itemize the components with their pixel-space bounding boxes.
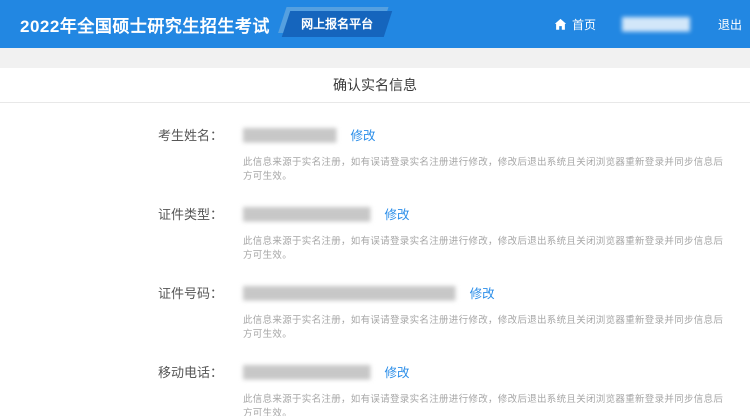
field-value-masked: ███████████ xyxy=(243,128,337,142)
site-title: 2022年全国硕士研究生招生考试 xyxy=(20,12,270,37)
field-row-name: 考生姓名： ███████████ 修改 此信息来源于实名注册，如有误请登录实名… xyxy=(0,125,750,182)
nav-home-label: 首页 xyxy=(572,16,596,33)
field-label: 证件类型： xyxy=(158,204,243,223)
field-row-cert-type: 证件类型： ███████████████ 修改 此信息来源于实名注册，如有误请… xyxy=(0,204,750,261)
edit-link[interactable]: 修改 xyxy=(385,362,410,381)
header-nav: 首页 ████████ 退出 xyxy=(554,16,744,33)
field-value-masked: █████████████████████████ xyxy=(243,286,456,300)
platform-badge-label: 网上报名平台 xyxy=(301,15,373,32)
edit-link[interactable]: 修改 xyxy=(351,125,376,144)
field-value-masked: ███████████████ xyxy=(243,365,371,379)
top-header-bar: 2022年全国硕士研究生招生考试 网上报名平台 首页 ████████ 退出 xyxy=(0,0,750,48)
field-value-masked: ███████████████ xyxy=(243,207,371,221)
panel-title-bar: 确认实名信息 xyxy=(0,68,750,103)
field-hint: 此信息来源于实名注册，如有误请登录实名注册进行修改，修改后退出系统且关闭浏览器重… xyxy=(243,233,730,261)
confirm-info-panel: 确认实名信息 考生姓名： ███████████ 修改 此信息来源于实名注册，如… xyxy=(0,68,750,416)
page-title: 确认实名信息 xyxy=(333,75,417,95)
home-icon xyxy=(554,18,567,31)
field-row-mobile: 移动电话： ███████████████ 修改 此信息来源于实名注册，如有误请… xyxy=(0,362,750,416)
field-row-cert-number: 证件号码： █████████████████████████ 修改 此信息来源… xyxy=(0,283,750,340)
nav-username-masked: ████████ xyxy=(622,17,690,31)
field-hint: 此信息来源于实名注册，如有误请登录实名注册进行修改，修改后退出系统且关闭浏览器重… xyxy=(243,154,730,182)
edit-link[interactable]: 修改 xyxy=(470,283,495,302)
field-label: 证件号码： xyxy=(158,283,243,302)
field-hint: 此信息来源于实名注册，如有误请登录实名注册进行修改，修改后退出系统且关闭浏览器重… xyxy=(243,391,730,416)
field-label: 移动电话： xyxy=(158,362,243,381)
platform-badge: 网上报名平台 xyxy=(282,11,392,37)
field-label: 考生姓名： xyxy=(158,125,243,144)
edit-link[interactable]: 修改 xyxy=(385,204,410,223)
nav-home-link[interactable]: 首页 xyxy=(554,16,596,33)
field-hint: 此信息来源于实名注册，如有误请登录实名注册进行修改，修改后退出系统且关闭浏览器重… xyxy=(243,312,730,340)
nav-logout-link[interactable]: 退出 xyxy=(718,16,742,33)
